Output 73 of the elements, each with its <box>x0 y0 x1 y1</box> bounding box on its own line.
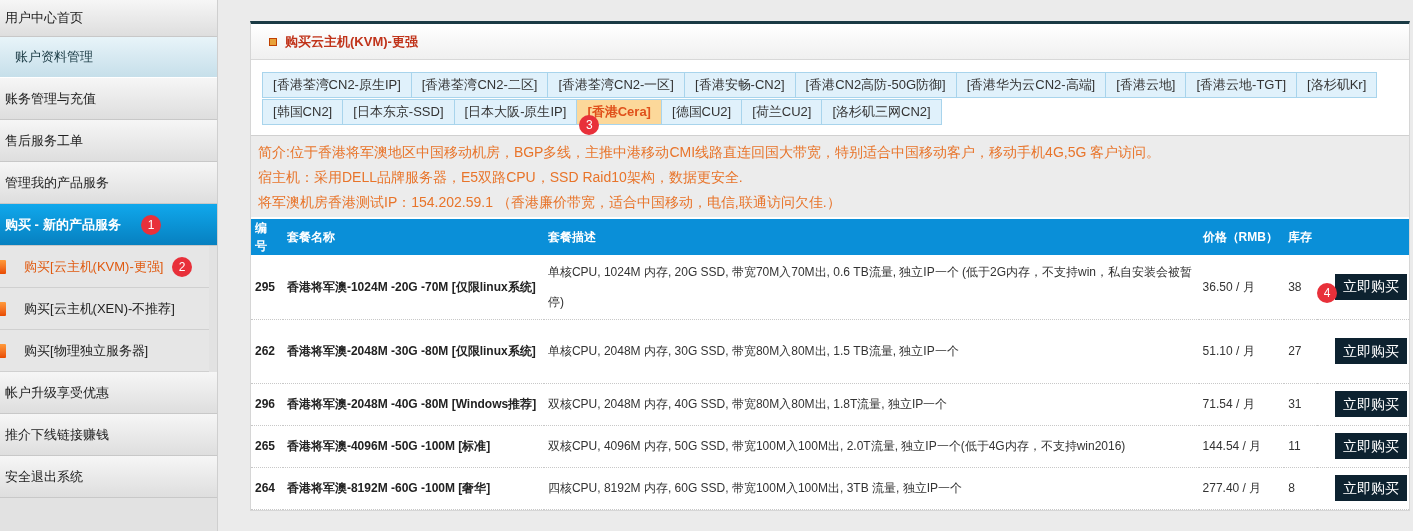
sidebar-item[interactable]: 安全退出系统 <box>0 456 217 498</box>
column-header: 库存 <box>1284 219 1317 255</box>
location-tab[interactable]: [香港荃湾CN2-一区] <box>547 72 685 98</box>
bullet-icon <box>0 260 6 274</box>
sidebar-subitem[interactable]: 购买[云主机(KVM)-更强] 2 <box>0 246 209 288</box>
sidebar-subitem[interactable]: 购买[云主机(XEN)-不推荐] <box>0 288 209 330</box>
stock-cell: 11 <box>1284 425 1317 467</box>
buy-button[interactable]: 立即购买 <box>1335 433 1407 459</box>
plan-name-cell: 香港将军澳-2048M -40G -80M [Windows推荐] <box>282 383 544 425</box>
panel-title: 购买云主机(KVM)-更强 <box>285 32 418 51</box>
buy-button[interactable]: 立即购买 <box>1335 338 1407 364</box>
sidebar-item[interactable]: 售后服务工单 <box>0 120 217 162</box>
location-tab[interactable]: [韩国CN2] <box>262 99 344 125</box>
sidebar-item[interactable]: 购买 - 新的产品服务 1 <box>0 204 217 246</box>
location-tab[interactable]: [日本东京-SSD] <box>342 99 455 125</box>
stock-cell: 31 <box>1284 383 1317 425</box>
location-tab[interactable]: [日本大阪-原生IP] <box>453 99 578 125</box>
number-badge: 4 <box>1317 282 1337 303</box>
number-badge: 2 <box>172 257 192 277</box>
location-tab[interactable]: [香港华为云CN2-高端] <box>955 72 1107 98</box>
plan-name-cell: 香港将军澳-1024M -20G -70M [仅限linux系统] <box>282 255 544 319</box>
description-cell: 单核CPU, 2048M 内存, 30G SSD, 带宽80M入80M出, 1.5 TB流量, 独立IP一个 <box>543 319 1199 383</box>
location-tab[interactable]: [香港云地] <box>1105 72 1187 98</box>
stock-cell: 38 <box>1284 255 1317 319</box>
buy-button[interactable]: 立即购买 <box>1335 475 1407 501</box>
price-cell: 71.54 / 月 <box>1198 383 1285 425</box>
price-cell: 36.50 / 月 <box>1198 255 1285 319</box>
description-cell: 单核CPU, 1024M 内存, 20G SSD, 带宽70M入70M出, 0.6 TB流量, 独立IP一个 (低于2G内存，不支持win，私自安装会被暂停) <box>543 255 1199 319</box>
description-cell: 双核CPU, 2048M 内存, 40G SSD, 带宽80M入80M出, 1.8T流量, 独立IP一个 <box>543 383 1199 425</box>
bullet-icon <box>0 344 6 358</box>
plan-name-cell: 香港将军澳-2048M -30G -80M [仅限linux系统] <box>282 319 544 383</box>
price-cell: 51.10 / 月 <box>1198 319 1285 383</box>
price-cell: 144.54 / 月 <box>1198 425 1285 467</box>
sidebar-item[interactable]: 用户中心首页 <box>0 0 217 37</box>
location-tab[interactable]: [洛杉矶Kr] <box>1296 72 1378 98</box>
sidebar-item[interactable]: 管理我的产品服务 <box>0 162 217 204</box>
id-cell: 264 <box>251 467 283 509</box>
buy-button[interactable]: 立即购买 <box>1335 273 1407 300</box>
description-cell: 四核CPU, 8192M 内存, 60G SSD, 带宽100M入100M出, 3TB 流量, 独立IP一个 <box>543 467 1199 509</box>
plan-name-cell: 香港将军澳-8192M -60G -100M [奢华] <box>282 467 544 509</box>
location-tab[interactable]: [德国CU2] <box>660 99 743 125</box>
sidebar-subitem[interactable]: 购买[物理独立服务器] <box>0 330 209 372</box>
id-cell: 295 <box>251 255 283 319</box>
stock-cell: 27 <box>1284 319 1317 383</box>
description-cell: 双核CPU, 4096M 内存, 50G SSD, 带宽100M入100M出, 2.0T流量, 独立IP一个(低于4G内存，不支持win2016) <box>543 425 1199 467</box>
column-header: 价格（RMB） <box>1198 219 1285 255</box>
location-tab[interactable]: [洛杉矶三网CN2] <box>821 99 942 125</box>
location-tab[interactable]: [香港荃湾CN2-二区] <box>410 72 549 98</box>
id-cell: 265 <box>251 425 283 467</box>
id-cell: 262 <box>251 319 283 383</box>
id-cell: 296 <box>251 383 283 425</box>
location-tab[interactable]: [荷兰CU2] <box>741 99 823 125</box>
sidebar-item[interactable]: 账户资料管理 <box>0 37 217 78</box>
price-cell: 277.40 / 月 <box>1198 467 1285 509</box>
column-header: 编号 <box>251 219 283 255</box>
stock-cell: 8 <box>1284 467 1317 509</box>
description-text: 宿主机：采用DELL品牌服务器，E5双路CPU，SSD Raid10架构，数据更安全. <box>258 168 744 187</box>
column-header: 套餐描述 <box>543 219 1199 255</box>
sidebar-item[interactable]: 帐户升级享受优惠 <box>0 372 217 414</box>
square-bullet-icon <box>269 37 277 46</box>
location-tab[interactable]: [香港云地-TGT] <box>1185 72 1297 98</box>
description-text: 简介:位于香港将军澳地区中国移动机房，BGP多线，主推中港移动CMI线路直连回国大带宽，特别适合中国移动客户，移动手机4G,5G 客户访问。 <box>258 143 1162 162</box>
buy-button[interactable]: 立即购买 <box>1335 391 1407 417</box>
plan-name-cell: 香港将军澳-4096M -50G -100M [标准] <box>282 425 544 467</box>
sidebar-item[interactable]: 推介下线链接赚钱 <box>0 414 217 456</box>
location-tab[interactable]: [香港安畅-CN2] <box>683 72 796 98</box>
description-text: 将军澳机房香港测试IP：154.202.59.1 （香港廉价带宽，适合中国移动，电信,联通访问欠佳.） <box>258 193 842 212</box>
bullet-icon <box>0 302 6 316</box>
location-tab[interactable]: [香港CN2高防-50G防御] <box>794 72 957 98</box>
column-header: 套餐名称 <box>282 219 544 255</box>
sidebar-item[interactable]: 账务管理与充值 <box>0 78 217 120</box>
number-badge: 1 <box>141 215 161 235</box>
location-tab[interactable]: [香港荃湾CN2-原生IP] <box>262 72 412 98</box>
